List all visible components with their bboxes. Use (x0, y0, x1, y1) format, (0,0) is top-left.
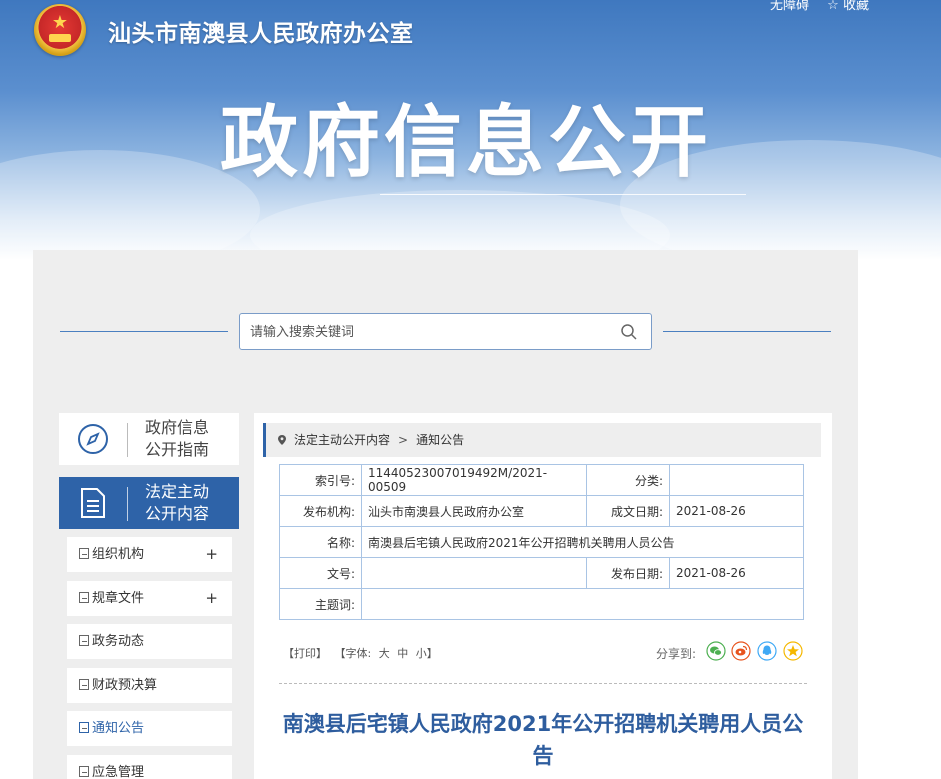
qzone-share-icon[interactable] (783, 641, 803, 661)
print-button[interactable]: 【打印】 (283, 647, 327, 660)
publisher-value: 汕头市南澳县人民政府办公室 (361, 495, 587, 527)
breadcrumb-level1[interactable]: 法定主动公开内容 (294, 433, 390, 447)
section-banner-title: 政府信息公开 (220, 98, 713, 188)
publish-date-label: 发布日期: (586, 557, 670, 589)
name-value: 南澳县后宅镇人民政府2021年公开招聘机关聘用人员公告 (361, 526, 804, 558)
file-icon (79, 679, 89, 690)
compass-icon (78, 424, 108, 454)
font-size-label: 【字体: (334, 647, 372, 660)
table-row: 发布机构: 汕头市南澳县人民政府办公室 成文日期: 2021-08-26 (279, 495, 804, 527)
search-decor-line-right (663, 331, 831, 332)
index-value: 11440523007019492M/2021-00509 (361, 464, 587, 496)
sidebar-item-regulations[interactable]: 规章文件 + (67, 581, 232, 616)
file-icon (79, 722, 89, 733)
content-divider (279, 683, 807, 684)
search-input[interactable] (250, 321, 590, 343)
location-pin-icon (278, 435, 286, 445)
wechat-share-icon[interactable] (706, 641, 726, 661)
keywords-label: 主题词: (279, 588, 362, 620)
accessibility-link[interactable]: 无障碍 (770, 0, 809, 13)
sidebar-guide[interactable]: 政府信息 公开指南 (59, 413, 239, 465)
document-meta-table: 索引号: 11440523007019492M/2021-00509 分类: 发… (279, 464, 804, 620)
sidebar-item-notices[interactable]: 通知公告 (67, 711, 232, 746)
guide-label-line1: 政府信息 (145, 418, 210, 437)
index-label: 索引号: (279, 464, 362, 496)
qq-share-icon[interactable] (757, 641, 777, 661)
top-links: 无障碍 ☆ 收藏 (770, 0, 883, 13)
breadcrumb-level2[interactable]: 通知公告 (416, 433, 464, 447)
sidebar-item-budget[interactable]: 财政预决算 (67, 668, 232, 703)
font-large-button[interactable]: 大 (379, 647, 390, 660)
font-small-button[interactable]: 小】 (416, 647, 438, 660)
sidebar-item-news[interactable]: 政务动态 (67, 624, 232, 659)
expand-icon[interactable]: + (205, 537, 218, 572)
sidebar-active-section[interactable]: 法定主动 公开内容 (59, 477, 239, 529)
font-medium-button[interactable]: 中 (397, 647, 408, 660)
active-label-line2: 公开内容 (145, 504, 210, 523)
article-tools: 【打印】 【字体: 大 中 小】 (283, 645, 442, 661)
table-row: 主题词: (279, 588, 804, 620)
file-icon (79, 548, 89, 559)
sidebar-item-label: 组织机构 (92, 547, 145, 562)
expand-icon[interactable]: + (205, 581, 218, 616)
doc-number-value (361, 557, 587, 589)
document-icon (81, 488, 105, 518)
doc-number-label: 文号: (279, 557, 362, 589)
guide-separator (127, 423, 128, 457)
table-row: 文号: 发布日期: 2021-08-26 (279, 557, 804, 589)
name-label: 名称: (279, 526, 362, 558)
sidebar-item-label: 通知公告 (92, 721, 145, 736)
active-label-line1: 法定主动 (145, 482, 210, 501)
file-icon (79, 766, 89, 777)
written-date-label: 成文日期: (586, 495, 670, 527)
search-icon[interactable] (620, 323, 638, 341)
national-emblem-logo (34, 4, 86, 56)
file-icon (79, 592, 89, 603)
banner-divider (380, 194, 746, 195)
article-title: 南澳县后宅镇人民政府2021年公开招聘机关聘用人员公告 (282, 712, 804, 768)
sidebar-item-emergency[interactable]: 应急管理 (67, 755, 232, 779)
publisher-label: 发布机构: (279, 495, 362, 527)
active-separator (127, 487, 128, 521)
breadcrumb-separator: > (398, 433, 409, 447)
site-name[interactable]: 汕头市南澳县人民政府办公室 (108, 14, 414, 48)
table-row: 名称: 南澳县后宅镇人民政府2021年公开招聘机关聘用人员公告 (279, 526, 804, 558)
search-box (239, 313, 652, 350)
search-decor-line-left (60, 331, 228, 332)
active-label: 法定主动 公开内容 (145, 481, 209, 525)
category-label: 分类: (586, 464, 670, 496)
sidebar-item-label: 规章文件 (92, 591, 145, 606)
category-value (669, 464, 804, 496)
sidebar-item-label: 政务动态 (92, 634, 145, 649)
breadcrumb: 法定主动公开内容 > 通知公告 (263, 423, 821, 457)
keywords-value (361, 588, 804, 620)
guide-label-line2: 公开指南 (145, 440, 210, 459)
weibo-share-icon[interactable] (731, 641, 751, 661)
favorite-link[interactable]: ☆ 收藏 (827, 0, 869, 13)
file-icon (79, 635, 89, 646)
sidebar-item-org[interactable]: 组织机构 + (67, 537, 232, 572)
table-row: 索引号: 11440523007019492M/2021-00509 分类: (279, 464, 804, 496)
sidebar-item-label: 应急管理 (92, 765, 145, 779)
guide-label: 政府信息 公开指南 (145, 417, 209, 461)
written-date-value: 2021-08-26 (669, 495, 804, 527)
page-header: 汕头市南澳县人民政府办公室 无障碍 ☆ 收藏 政府信息公开 (0, 0, 941, 260)
share-label: 分享到: (656, 647, 697, 661)
publish-date-value: 2021-08-26 (669, 557, 804, 589)
sidebar-item-label: 财政预决算 (92, 678, 158, 693)
